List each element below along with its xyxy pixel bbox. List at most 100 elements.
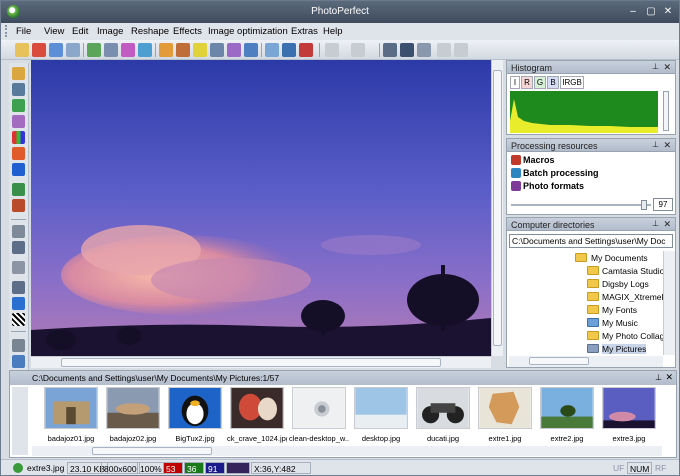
tree-item-my-pictures[interactable]: My Pictures	[602, 344, 647, 354]
browser-scrollbar[interactable]	[32, 446, 662, 456]
menu-reshape[interactable]: Reshape	[131, 26, 169, 37]
magnifier-icon[interactable]	[282, 43, 296, 57]
close-icon[interactable]: ✕	[660, 5, 676, 18]
thumbnail[interactable]	[416, 387, 470, 433]
tree-item-camtasia[interactable]: Camtasia Studio	[602, 266, 664, 276]
zoom-icon[interactable]	[265, 43, 279, 57]
menu-effects[interactable]: Effects	[173, 26, 202, 37]
tree-item-macros[interactable]: Macros	[523, 155, 555, 165]
directories-horizontal-scrollbar[interactable]	[509, 356, 663, 367]
pin-icon[interactable]: ⊥	[652, 62, 659, 71]
crop-tool-icon[interactable]	[12, 241, 25, 254]
directories-vertical-scrollbar[interactable]	[663, 251, 675, 355]
tree-item-my-photo-collage[interactable]: My Photo Collag	[602, 331, 664, 341]
thumbnail[interactable]	[478, 387, 532, 433]
tree-item-photo-formats[interactable]: Photo formats	[523, 181, 584, 191]
effects-tool-icon[interactable]	[12, 67, 25, 80]
tool-icon[interactable]	[437, 43, 451, 57]
thumbnail[interactable]	[168, 387, 222, 433]
pin-icon[interactable]: ⊥	[652, 140, 659, 149]
frame-tool-icon[interactable]	[12, 183, 25, 196]
rgb-tool-icon[interactable]	[12, 131, 25, 144]
tree-item-magix[interactable]: MAGIX_XtremeP	[602, 292, 667, 302]
directories-scroll-thumb[interactable]	[529, 357, 589, 365]
portrait-tool-icon[interactable]	[12, 225, 25, 238]
tool-list-icon[interactable]	[12, 339, 25, 352]
thumbnail[interactable]	[292, 387, 346, 433]
maximize-icon[interactable]: ▢	[643, 5, 659, 18]
eraser-tool-icon[interactable]	[12, 199, 25, 212]
save-tool-icon[interactable]	[12, 297, 25, 310]
retouch-tool-icon[interactable]	[12, 115, 25, 128]
close-panel-icon[interactable]: ✕	[663, 219, 671, 230]
pattern-tool-icon[interactable]	[12, 313, 25, 326]
landscape-tool-icon[interactable]	[12, 99, 25, 112]
menu-image-optimization[interactable]: Image optimization	[208, 26, 288, 37]
menu-edit[interactable]: Edit	[72, 26, 88, 37]
browser-scroll-thumb[interactable]	[92, 447, 212, 455]
tree-item-my-fonts[interactable]: My Fonts	[602, 305, 637, 315]
histogram-tab-b[interactable]: B	[547, 76, 559, 89]
tree-item-batch-processing[interactable]: Batch processing	[523, 168, 599, 178]
thumbnail[interactable]	[230, 387, 284, 433]
menu-help[interactable]: Help	[323, 26, 343, 37]
open-icon[interactable]	[15, 43, 29, 57]
menu-image[interactable]: Image	[97, 26, 123, 37]
close-panel-icon[interactable]: ✕	[663, 62, 671, 73]
tree-item-my-documents[interactable]: My Documents	[591, 253, 648, 263]
text-icon[interactable]	[227, 43, 241, 57]
processing-slider-track[interactable]	[511, 204, 651, 206]
histogram-slider[interactable]	[663, 91, 669, 131]
histogram-tab-r[interactable]: R	[521, 76, 533, 89]
browser-tool-icon[interactable]	[12, 355, 25, 368]
processing-slider-thumb[interactable]	[641, 200, 647, 210]
paste-icon[interactable]	[176, 43, 190, 57]
histogram-tab-irgb[interactable]: IRGB	[560, 76, 584, 89]
thumbnail[interactable]	[354, 387, 408, 433]
histogram-tab-i[interactable]: I	[510, 76, 520, 89]
histogram-tab-g[interactable]: G	[534, 76, 546, 89]
copy-icon[interactable]	[159, 43, 173, 57]
vertical-scroll-thumb[interactable]	[493, 70, 502, 346]
cut-tool-icon[interactable]	[12, 261, 25, 274]
thumbnail[interactable]	[540, 387, 594, 433]
redo-icon[interactable]	[351, 43, 365, 57]
resize-icon[interactable]	[210, 43, 224, 57]
minimize-icon[interactable]: –	[625, 5, 641, 18]
image-horizontal-scrollbar[interactable]	[31, 356, 491, 368]
menu-extras[interactable]: Extras	[291, 26, 318, 37]
thumbnail[interactable]	[44, 387, 98, 433]
processing-slider-value[interactable]: 97	[653, 198, 673, 211]
ruler-icon[interactable]	[244, 43, 258, 57]
menu-file[interactable]: File	[16, 26, 31, 37]
close-file-icon[interactable]	[32, 43, 46, 57]
tree-item-digsby[interactable]: Digsby Logs	[602, 279, 649, 289]
pin-icon[interactable]: ⊥	[652, 219, 659, 228]
image-canvas[interactable]	[31, 60, 491, 356]
crop-icon[interactable]	[193, 43, 207, 57]
pc-tool-icon[interactable]	[12, 163, 25, 176]
directory-combo[interactable]: C:\Documents and Settings\user\My Doc	[509, 234, 673, 248]
web-icon[interactable]	[138, 43, 152, 57]
email-icon[interactable]	[121, 43, 135, 57]
save-icon[interactable]	[49, 43, 63, 57]
close-browser-icon[interactable]: ✕	[665, 372, 673, 383]
print-icon[interactable]	[66, 43, 80, 57]
undo-icon[interactable]	[325, 43, 339, 57]
color-wheel-icon[interactable]	[12, 147, 25, 160]
pin-icon[interactable]: ⊥	[655, 373, 662, 382]
image-vertical-scrollbar[interactable]	[491, 60, 503, 356]
horizontal-scroll-thumb[interactable]	[61, 358, 441, 367]
monitor-icon[interactable]	[383, 43, 397, 57]
scan-icon[interactable]	[87, 43, 101, 57]
close-panel-icon[interactable]: ✕	[663, 140, 671, 151]
resize-tool-icon[interactable]	[12, 281, 25, 294]
thumbnail[interactable]	[602, 387, 656, 433]
star-icon[interactable]	[454, 43, 468, 57]
menu-view[interactable]: View	[44, 26, 64, 37]
fit-icon[interactable]	[299, 43, 313, 57]
tree-item-my-music[interactable]: My Music	[602, 318, 638, 328]
wand-tool-icon[interactable]	[12, 83, 25, 96]
copy-window-icon[interactable]	[417, 43, 431, 57]
thumbnail[interactable]	[106, 387, 160, 433]
